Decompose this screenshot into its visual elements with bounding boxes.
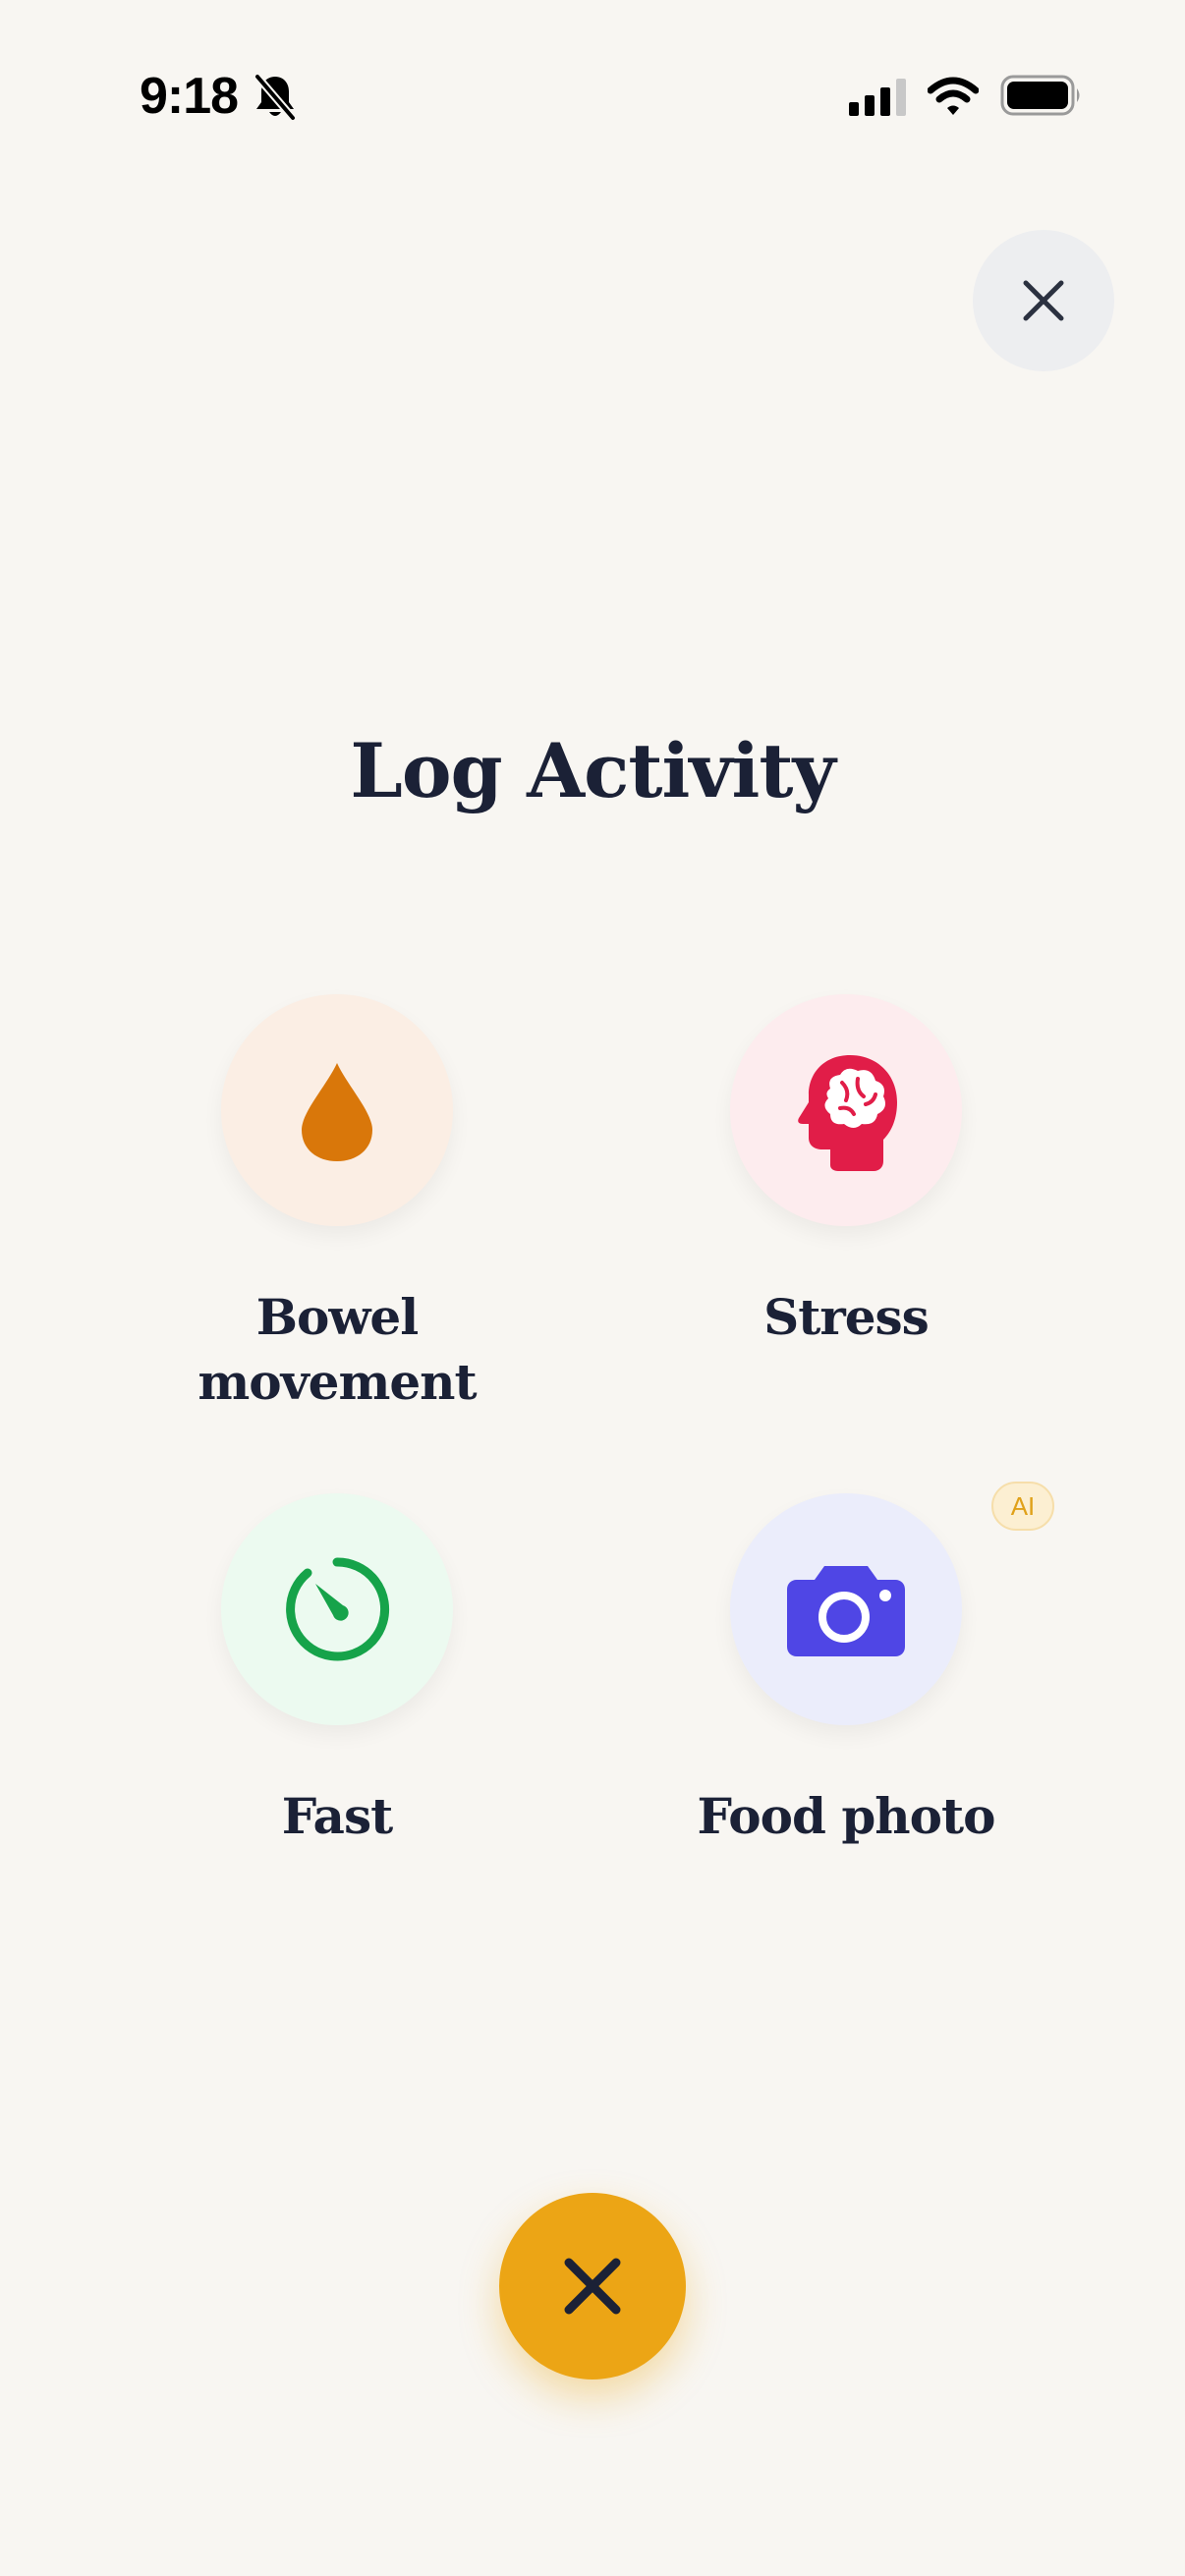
fast-icon-circle[interactable]: [221, 1493, 453, 1725]
bowel-movement-icon-circle[interactable]: [221, 994, 453, 1226]
option-label: Fast: [281, 1787, 393, 1845]
food-photo-icon-circle[interactable]: [730, 1493, 962, 1725]
camera-icon: [787, 1566, 905, 1656]
ai-badge: AI: [991, 1482, 1054, 1531]
page-title: Log Activity: [350, 727, 835, 814]
cellular-signal-icon: [849, 79, 906, 116]
option-label: Bowel movement: [198, 1288, 477, 1411]
battery-icon: [1000, 75, 1080, 116]
option-label: Food photo: [697, 1787, 996, 1845]
wifi-icon: [928, 77, 979, 115]
option-bowel-movement[interactable]: Bowel movement: [121, 994, 553, 1411]
stress-icon-circle[interactable]: [730, 994, 962, 1226]
bell-slash-icon: [254, 73, 297, 122]
close-icon: [1023, 280, 1064, 321]
log-activity-screen: 9:18 Log Activity Bowel movement Stress …: [0, 0, 1185, 2576]
option-fast[interactable]: Fast: [121, 1493, 553, 1886]
fab-close-button[interactable]: [499, 2193, 686, 2380]
option-food-photo[interactable]: AI Food photo: [630, 1482, 1062, 1886]
status-time: 9:18: [140, 68, 239, 125]
close-icon: [564, 2258, 621, 2315]
close-button[interactable]: [973, 230, 1114, 371]
option-label: Stress: [763, 1288, 930, 1346]
brain-head-icon: [798, 1055, 897, 1171]
timer-icon: [286, 1557, 390, 1661]
droplet-icon: [302, 1063, 372, 1161]
option-stress[interactable]: Stress: [630, 994, 1062, 1387]
